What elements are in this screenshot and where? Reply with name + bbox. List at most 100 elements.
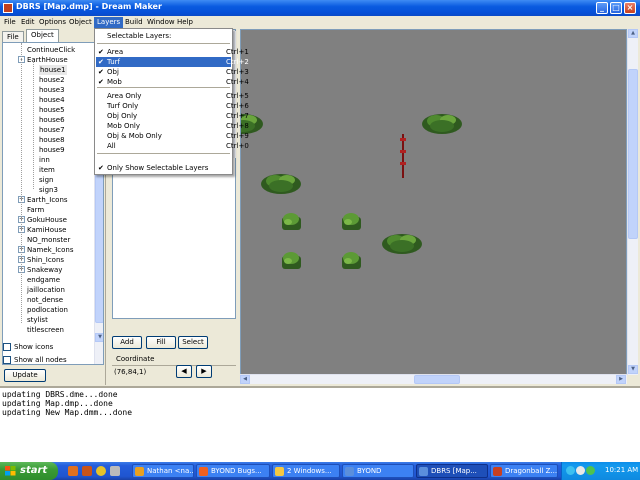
minimize-button[interactable]: _ xyxy=(596,2,608,14)
taskbar-button[interactable]: BYOND xyxy=(342,464,414,478)
scroll-right-icon[interactable]: ▶ xyxy=(616,375,626,384)
menu-edit[interactable]: Edit xyxy=(18,17,38,28)
add-button[interactable]: Add xyxy=(112,336,142,349)
layers-menu-item-shortcut: Ctrl+5 xyxy=(226,92,249,100)
taskbar-button-label: 2 Windows... xyxy=(287,467,332,475)
tree-item[interactable]: inn xyxy=(39,155,50,165)
map-bush xyxy=(342,252,361,269)
tree-item[interactable]: house5 xyxy=(39,105,65,115)
tab-object[interactable]: Object xyxy=(26,29,59,42)
tree-item[interactable]: podlocation xyxy=(27,305,68,315)
layers-menu-item[interactable]: ✔ Only Show Selectable Layers xyxy=(96,163,231,173)
coordinate-next-button[interactable]: ▶ xyxy=(196,365,212,378)
tree-item[interactable]: house3 xyxy=(39,85,65,95)
volume-icon[interactable] xyxy=(576,466,585,475)
close-button[interactable]: × xyxy=(624,2,636,14)
menu-window[interactable]: Window xyxy=(144,17,178,28)
tree-item[interactable]: house2 xyxy=(39,75,65,85)
scroll-left-icon[interactable]: ◀ xyxy=(240,375,250,384)
taskbar-button[interactable]: BYOND Bugs... xyxy=(196,464,270,478)
tree-item[interactable]: Snakeway xyxy=(27,265,62,275)
windows-flag-icon xyxy=(5,466,16,476)
tree-item[interactable]: house9 xyxy=(39,145,65,155)
task-app-icon xyxy=(275,467,284,476)
tree-item[interactable]: item xyxy=(39,165,55,175)
tree-item[interactable]: Namek_Icons xyxy=(27,245,73,255)
layers-menu-item[interactable]: Obj & Mob Only Ctrl+9 xyxy=(96,131,249,141)
map-vertical-scrollbar[interactable]: ▲ ▼ xyxy=(627,29,638,375)
layers-menu-item[interactable]: ✔ Area Ctrl+1 xyxy=(96,47,249,57)
tree-item[interactable]: NO_monster xyxy=(27,235,70,245)
map-bush xyxy=(282,213,301,230)
layers-menu-item[interactable]: Area Only Ctrl+5 xyxy=(96,91,249,101)
tree-item[interactable]: endgame xyxy=(27,275,60,285)
layers-menu-item[interactable]: ✔ Turf Ctrl+2 xyxy=(96,57,249,67)
map-hscroll-thumb[interactable] xyxy=(414,375,460,384)
coordinate-prev-button[interactable]: ◀ xyxy=(176,365,192,378)
menu-object[interactable]: Object xyxy=(66,17,95,28)
taskbar-button-label: Nathan <na... xyxy=(147,467,194,475)
app-quicklaunch-icon[interactable] xyxy=(82,466,92,476)
update-button[interactable]: Update xyxy=(4,369,46,382)
map-vscroll-thumb[interactable] xyxy=(628,69,638,239)
scroll-up-icon[interactable]: ▲ xyxy=(628,29,638,38)
title-bar[interactable]: DBRS [Map.dmp] - Dream Maker _ □ × xyxy=(0,0,640,16)
tab-file[interactable]: File xyxy=(2,31,24,42)
tree-item[interactable]: Farm xyxy=(27,205,44,215)
map-view[interactable] xyxy=(240,29,627,375)
menu-build[interactable]: Build xyxy=(122,17,146,28)
layers-menu-item[interactable]: ✔ Mob Ctrl+4 xyxy=(96,77,249,87)
tree-item[interactable]: sign3 xyxy=(39,185,58,195)
show-all-nodes-checkbox[interactable] xyxy=(3,356,11,364)
layers-menu-item-shortcut: Ctrl+8 xyxy=(226,122,249,130)
taskbar-button[interactable]: 2 Windows... xyxy=(272,464,340,478)
layers-menu-item-shortcut: Ctrl+0 xyxy=(226,142,249,150)
taskbar-button-label: DBRS [Map... xyxy=(431,467,477,475)
menu-options[interactable]: Options xyxy=(36,17,69,28)
tree-item[interactable]: house4 xyxy=(39,95,65,105)
layers-menu-item[interactable]: Mob Only Ctrl+8 xyxy=(96,121,249,131)
menu-help[interactable]: Help xyxy=(174,17,196,28)
taskbar-button[interactable]: Dragonball Z... xyxy=(490,464,558,478)
scroll-down-icon[interactable]: ▼ xyxy=(628,365,638,374)
select-button[interactable]: Select xyxy=(178,336,208,349)
tree-item[interactable]: house7 xyxy=(39,125,65,135)
tree-item[interactable]: sign xyxy=(39,175,53,185)
map-horizontal-scrollbar[interactable]: ◀ ▶ xyxy=(240,374,627,384)
tree-item[interactable]: titlescreen xyxy=(27,325,64,335)
tree-item[interactable]: house1 xyxy=(39,65,67,75)
network-icon[interactable] xyxy=(566,466,575,475)
scroll-down-icon[interactable]: ▼ xyxy=(95,333,103,342)
layers-menu-item[interactable]: Obj Only Ctrl+7 xyxy=(96,111,249,121)
map-canvas[interactable] xyxy=(241,30,627,375)
tree-item[interactable]: KamiHouse xyxy=(27,225,66,235)
tree-item[interactable]: Earth_Icons xyxy=(27,195,68,205)
show-icons-checkbox[interactable] xyxy=(3,343,11,351)
tree-item[interactable]: house6 xyxy=(39,115,65,125)
tree-item[interactable]: ContinueClick xyxy=(27,45,75,55)
fill-button[interactable]: Fill xyxy=(146,336,176,349)
start-button[interactable]: start xyxy=(0,462,58,480)
layers-menu-item[interactable]: Turf Only Ctrl+6 xyxy=(96,101,249,111)
tree-item[interactable]: house8 xyxy=(39,135,65,145)
tree-item[interactable]: GokuHouse xyxy=(27,215,67,225)
tree-item[interactable]: Shin_Icons xyxy=(27,255,64,265)
tree-item[interactable]: jaillocation xyxy=(27,285,65,295)
menu-separator xyxy=(97,153,230,154)
tree-item[interactable]: stylist xyxy=(27,315,48,325)
taskbar-button[interactable]: DBRS [Map... xyxy=(416,464,488,478)
tree-item[interactable]: not_dense xyxy=(27,295,63,305)
menu-file[interactable]: File xyxy=(1,17,19,28)
quicklaunch-icon[interactable] xyxy=(110,466,120,476)
tray-app-icon[interactable] xyxy=(586,466,595,475)
layers-menu-item-label: Area xyxy=(107,48,124,56)
firefox-icon[interactable] xyxy=(68,466,78,476)
layers-menu-item[interactable]: All Ctrl+0 xyxy=(96,141,249,151)
maximize-button[interactable]: □ xyxy=(610,2,622,14)
layers-menu-item[interactable]: ✔ Obj Ctrl+3 xyxy=(96,67,249,77)
object-tree: ContinueClick - EarthHouse house1 house2 hous… xyxy=(2,42,104,365)
layers-menu-item-label: Only Show Selectable Layers xyxy=(107,164,209,172)
taskbar-button[interactable]: Nathan <na... xyxy=(132,464,194,478)
smiley-icon[interactable] xyxy=(96,466,106,476)
menu-layers[interactable]: Layers xyxy=(94,17,124,28)
